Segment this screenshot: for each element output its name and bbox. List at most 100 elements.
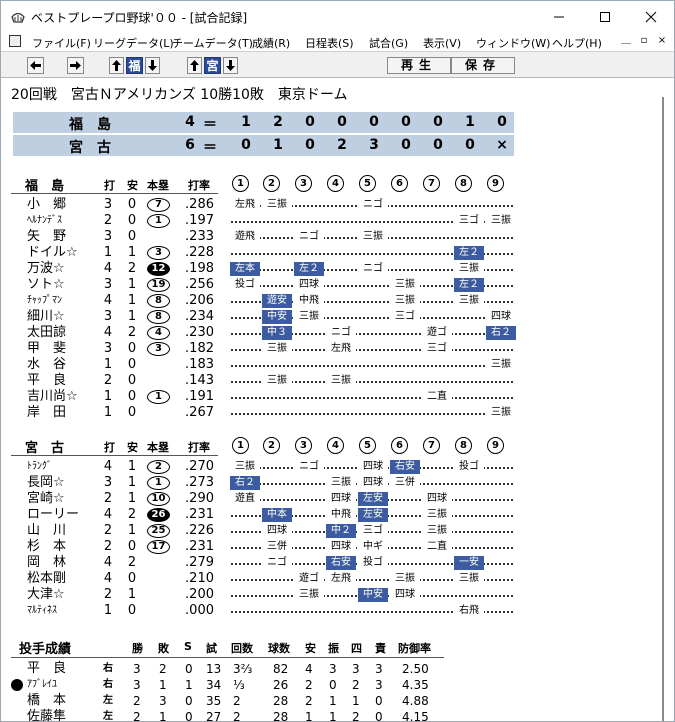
team1-down-button[interactable] [145,57,160,74]
batting-average: .191 [185,389,214,404]
at-bats: 1 [103,357,113,372]
at-bats: 4 [103,555,113,570]
at-bat-result: 四球 [390,588,420,602]
child-minimize-icon[interactable]: ＿ [618,34,634,48]
batter-row[interactable]: 宮崎☆ 2 1 10.290 遊直 四球 左安 四球 [1,491,674,507]
batter-name: 吉川尚☆ [27,389,78,404]
batter-row[interactable]: 小 郷 3 0 7 .286 左飛 三振 ニゴ [1,197,674,213]
at-bats: 3 [103,277,113,292]
batting-average: .230 [185,325,214,340]
home-run-total: 25 [147,524,170,538]
prev-game-button[interactable] [27,57,44,74]
at-bat-result: 一安 [454,556,484,570]
batter-row[interactable]: 大津☆ 2 1 .200 三振 中安 四球 [1,587,674,603]
pitcher-so: 3 [329,662,337,676]
batter-row[interactable]: 平 良 2 0 .143 三振 三振 [1,373,674,389]
at-bat-result: 三振 [390,294,420,308]
at-bat-result: 三併 [390,476,420,490]
batter-row[interactable]: ﾍﾙﾅﾝﾃﾞｽ 2 0 1 .197 三ゴ 三振 [1,213,674,229]
batter-row[interactable]: ソト☆ 3 1 19 .256 投ゴ 四球 三振 左２ [1,277,674,293]
batter-row[interactable]: ドイル☆ 1 1 3.228 左２ [1,245,674,261]
child-restore-icon[interactable]: ▫ [636,34,652,48]
col-header-hr: 本塁 [147,179,169,192]
menu-stats[interactable]: 成績(R) [252,35,290,51]
document-icon[interactable] [9,35,21,47]
pitcher-row[interactable]: 佐藤隼 左 2 1 0 27 2 28 1 1 2 0 4.15 [1,710,674,722]
inning-score: 0 [305,137,315,153]
inning-score: 0 [305,114,315,130]
batter-row[interactable]: 長岡☆ 3 1 1.273 右２ 三振 四球 三併 [1,475,674,491]
batting-average: .286 [185,197,214,212]
batter-row[interactable]: 矢 野 3 0 .233 遊飛 ニゴ 三振 [1,229,674,245]
batter-name: 宮崎☆ [27,491,65,506]
minimize-button[interactable] [536,1,582,32]
pitcher-er: 3 [375,678,383,692]
batter-row[interactable]: 万波☆ 4 2 12 .198 左本 左２ ニゴ 三振 [1,261,674,277]
at-bats: 2 [103,373,113,388]
at-bat-result: 中安 [358,588,388,602]
team1-toggle[interactable]: 福 [126,57,143,74]
batter-row[interactable]: ﾏﾙﾃｨﾈｽ 1 0 .000 右飛 [1,603,674,619]
inning-header: 7 [423,437,440,454]
menu-schedule[interactable]: 日程表(S) [305,35,354,51]
batter-row[interactable]: 甲 斐 3 0 3 .182 三振 左飛 三ゴ [1,341,674,357]
team2-down-button[interactable] [223,57,238,74]
batter-name: 甲 斐 [27,341,67,356]
menu-team-data[interactable]: チームデータ(T) [172,35,253,51]
maximize-button[interactable] [582,1,628,32]
inning-score: 0 [497,114,507,130]
batter-row[interactable]: ﾄﾗﾝｸﾞ 4 1 2 .270 三振 ニゴ 四球 右安 投ゴ [1,459,674,475]
batter-row[interactable]: ﾁｬｯﾌﾟﾏﾝ 4 1 8 .206 遊安 中飛 三振 三振 [1,293,674,309]
batter-row[interactable]: 松本剛 4 0 .210 遊ゴ 左飛 三振 三振 [1,571,674,587]
at-bats: 3 [103,475,113,490]
batter-row[interactable]: 太田諒 4 2 4 .230 中３ ニゴ 遊ゴ 右２ [1,325,674,341]
at-bats: 1 [103,405,113,420]
menu-game[interactable]: 試合(G) [369,35,408,51]
batter-row[interactable]: 細川☆ 3 1 8 .234 中安 三振 三ゴ 四球 [1,309,674,325]
batter-row[interactable]: 杉 本 2 0 17 .231 三併 四球 中ギ 二直 [1,539,674,555]
at-bat-result: 三振 [486,406,516,420]
team-name: 福 島 [25,179,65,194]
hits: 1 [127,587,137,602]
pitcher-np: 26 [273,678,289,692]
menu-window[interactable]: ウィンドウ(W) [476,35,550,51]
team2-toggle[interactable]: 宮 [204,57,221,74]
batter-name: 万波☆ [27,261,65,276]
inning-score: 2 [273,114,283,130]
at-bats: 4 [103,507,113,522]
inning-score: 0 [401,114,411,130]
team2-up-button[interactable] [187,57,202,74]
hits: 2 [127,325,137,340]
save-button[interactable]: 保存 [451,57,515,74]
menu-file[interactable]: ファイル(F) [32,35,91,51]
minimize-icon [554,16,564,17]
menu-view[interactable]: 表示(V) [423,35,461,51]
play-button[interactable]: 再生 [387,57,451,74]
next-game-button[interactable] [67,57,84,74]
pitcher-np: 82 [273,662,289,676]
batter-row[interactable]: 吉川尚☆ 1 0 1 .191 二直 [1,389,674,405]
at-bat-result: 遊飛 [230,230,260,244]
at-bat-result: ニゴ [294,230,324,244]
col-header-np: 球数 [268,642,290,655]
pitcher-row[interactable]: ｱﾌﾞﾚｲﾕ 右 3 1 1 34 ⅓ 26 2 0 2 3 4.35 [1,678,674,692]
at-bat-result: 左２ [454,278,484,292]
batter-row[interactable]: 山 川 2 1 25 .226 四球 中２ 三ゴ 三振 [1,523,674,539]
pitcher-row[interactable]: 橋 本 左 2 3 0 35 2 28 2 1 1 0 4.88 [1,694,674,709]
batter-row[interactable]: 水 谷 1 0 .183 三振 [1,357,674,373]
batter-row[interactable]: 岸 田 1 0 .267 三振 [1,405,674,421]
child-close-icon[interactable]: × [654,34,670,48]
home-run-total: 4 [147,326,170,340]
close-button[interactable] [628,1,674,32]
col-header-avg: 打率 [188,441,210,454]
pitcher-row[interactable]: 平 良 右 3 2 0 13 3⅔ 82 4 3 3 3 2.50 [1,662,674,677]
at-bat-result: 遊直 [230,492,260,506]
batter-row[interactable]: ローリー 4 2 26 .231 中本 中飛 左安 三振 [1,507,674,523]
menu-league-data[interactable]: リーグデータ(L) [93,35,174,51]
at-bats: 2 [103,523,113,538]
team1-up-button[interactable] [109,57,124,74]
at-bat-result: 三振 [294,588,324,602]
menu-help[interactable]: ヘルプ(H) [552,35,602,51]
batter-name: 水 谷 [27,357,67,372]
batter-row[interactable]: 岡 林 4 2 .279 ニゴ 右安 投ゴ 一安 [1,555,674,571]
